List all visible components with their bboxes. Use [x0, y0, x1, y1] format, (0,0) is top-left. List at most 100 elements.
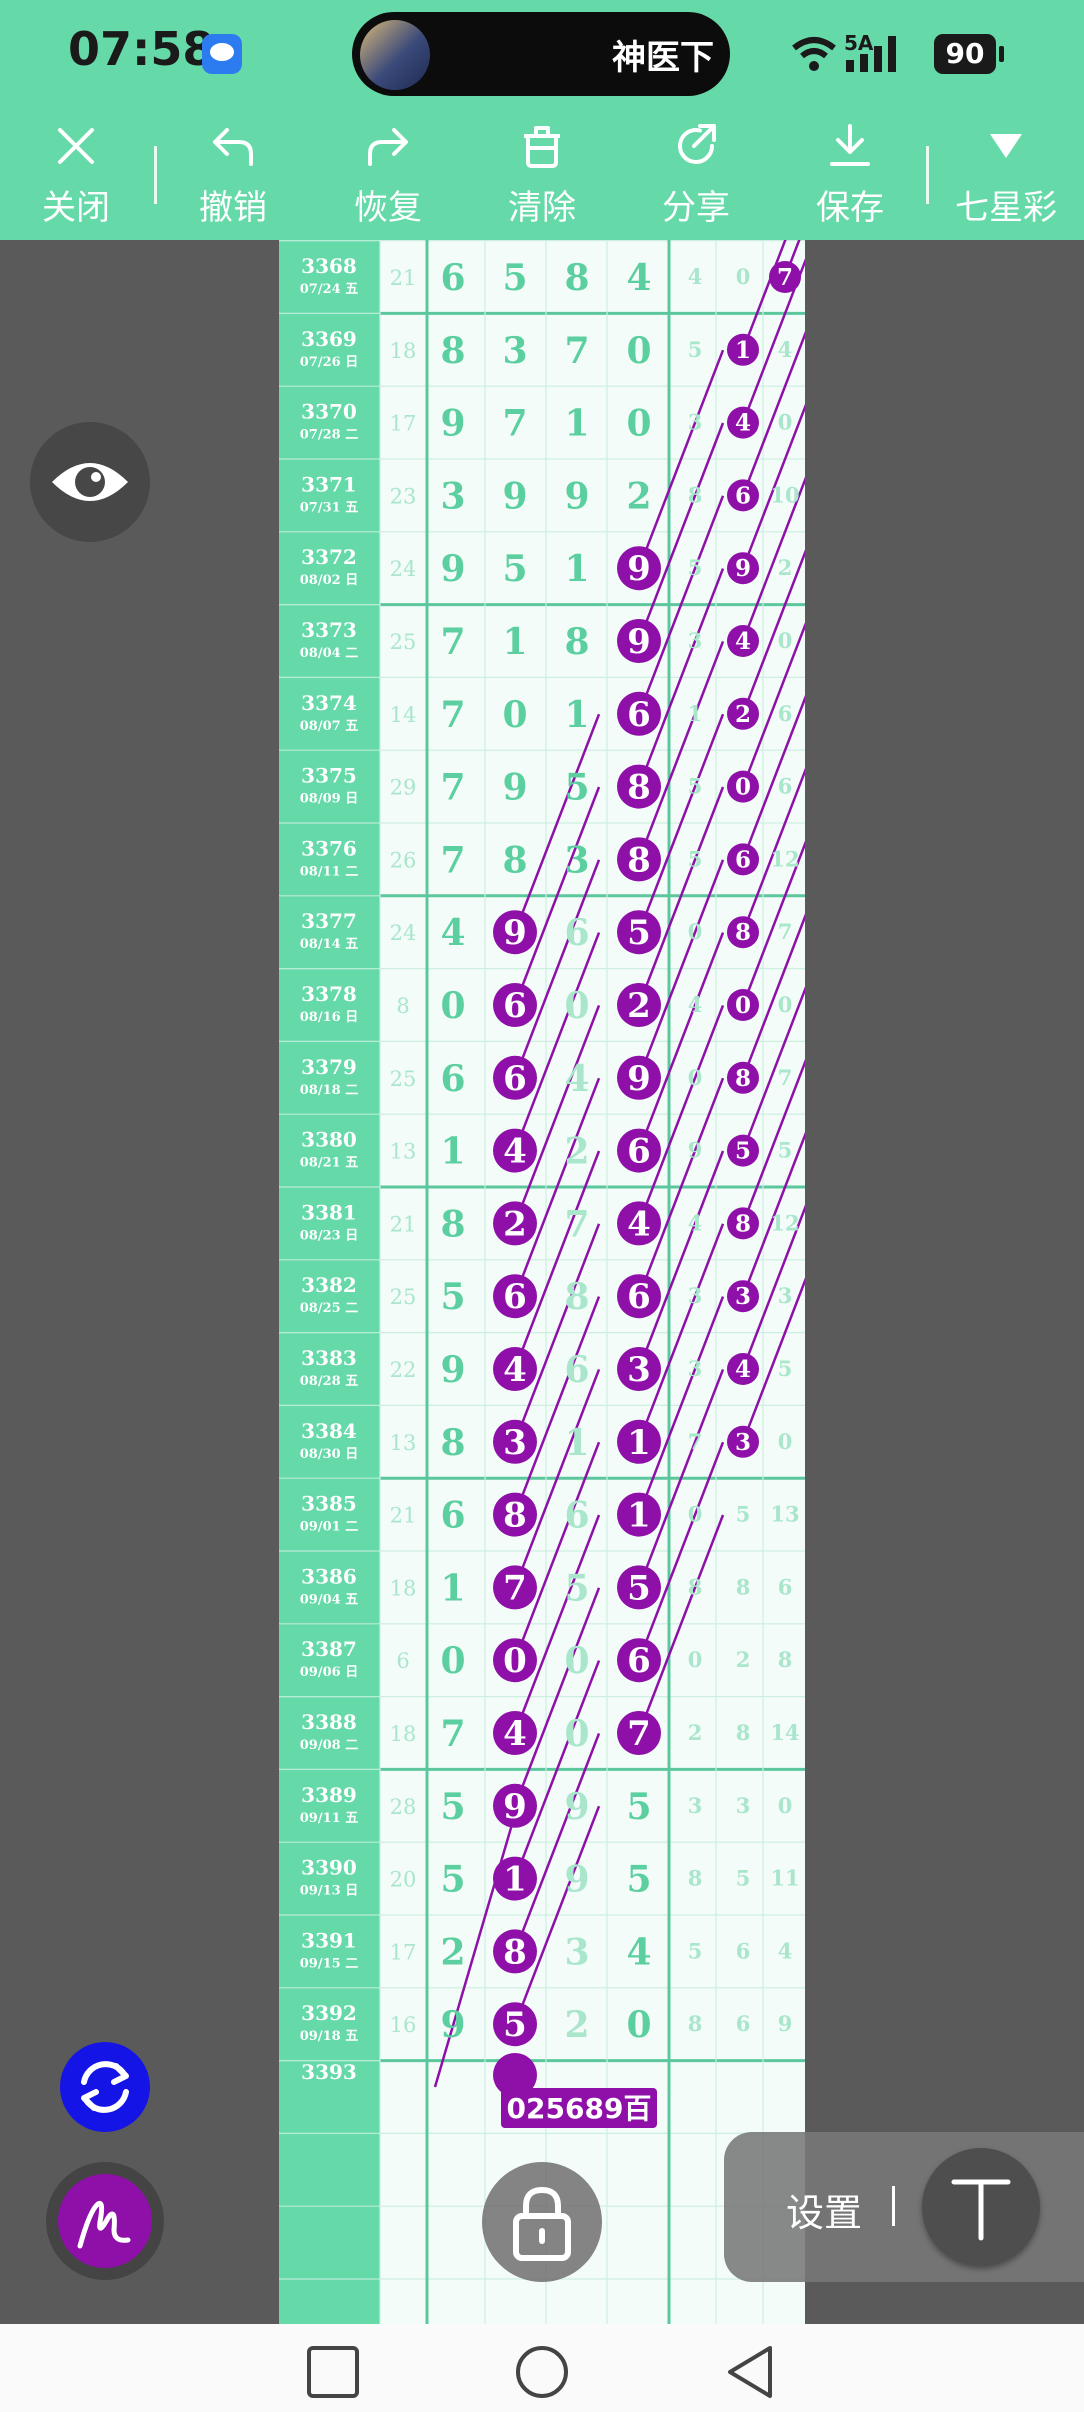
marked-digit: 0 — [735, 774, 751, 801]
marked-digit: 7 — [627, 1714, 651, 1754]
pen-tool-button[interactable] — [46, 2162, 164, 2280]
stat-value: 2 — [688, 1720, 703, 1745]
marked-digit: 0 — [503, 1641, 527, 1681]
stat-value: 2 — [736, 1647, 751, 1672]
recents-button[interactable] — [305, 2344, 361, 2400]
stat-value: 3 — [688, 410, 703, 435]
sum-value: 23 — [390, 484, 417, 508]
sum-value: 13 — [390, 1140, 417, 1164]
issue-date: 07/26 日 — [300, 355, 358, 370]
wifi-signal-icon: 5A — [792, 31, 896, 72]
issue-date: 09/06 日 — [300, 1665, 358, 1680]
undo-button[interactable]: 撤销 — [163, 112, 303, 240]
digit-cell: 7 — [502, 403, 527, 445]
stat-value: 2 — [778, 555, 793, 580]
digit-cell: 1 — [564, 548, 589, 590]
lock-button[interactable] — [482, 2162, 602, 2282]
digit-cell: 6 — [564, 912, 589, 954]
stat-value: 8 — [688, 1866, 703, 1891]
stat-value: 8 — [736, 1720, 751, 1745]
share-button[interactable]: 分享 — [626, 112, 766, 240]
marked-digit: 8 — [735, 1065, 751, 1092]
stat-value: 0 — [778, 628, 793, 653]
digit-cell: 5 — [626, 1786, 651, 1828]
digit-cell: 2 — [626, 475, 651, 517]
eye-icon — [52, 463, 128, 501]
sum-value: 8 — [396, 994, 409, 1018]
issue-number: 3376 — [301, 836, 357, 860]
issue-number: 3368 — [301, 254, 357, 278]
issue-date: 08/07 五 — [300, 719, 358, 734]
marked-digit: 9 — [627, 1059, 651, 1099]
stat-value: 4 — [688, 992, 703, 1017]
marked-digit: 5 — [735, 1138, 751, 1165]
stat-value: 5 — [688, 774, 703, 799]
visibility-toggle-button[interactable] — [30, 422, 150, 542]
eraser-icon — [524, 126, 560, 168]
issue-date: 08/21 五 — [300, 1156, 358, 1171]
issue-number: 3373 — [301, 618, 357, 642]
stat-value: 0 — [688, 1502, 703, 1527]
system-navigation-bar — [0, 2324, 1084, 2412]
save-label: 保存 — [816, 188, 884, 228]
digit-cell: 6 — [564, 1495, 589, 1537]
stat-value: 9 — [688, 1138, 703, 1163]
issue-date: 08/25 二 — [300, 1301, 358, 1316]
home-button[interactable] — [514, 2344, 570, 2400]
settings-divider — [892, 2186, 895, 2226]
marked-digit: 2 — [735, 701, 751, 728]
digit-cell: 9 — [502, 475, 527, 517]
digit-cell: 5 — [502, 548, 527, 590]
trend-chart[interactable]: 3368 07/24 五 21 6 5 8 4 4 0 7 3369 07/26 日 18 8 3 7 0 5 1 4… — [279, 240, 805, 2324]
text-tool-button[interactable] — [922, 2148, 1040, 2266]
marked-digit: 5 — [503, 2005, 527, 2045]
issue-number: 3369 — [301, 327, 357, 351]
digit-cell: 3 — [502, 330, 527, 372]
sum-value: 26 — [390, 848, 417, 872]
marked-digit: 4 — [735, 410, 751, 437]
issue-number: 3377 — [301, 909, 357, 933]
redo-button[interactable]: 恢复 — [318, 112, 458, 240]
dynamic-island[interactable]: 神医下 — [352, 12, 730, 96]
trend-chart-canvas[interactable]: 336807/24 五 21 6 5 8 4 4 0 7336907/26 日 18 8 3 7 0 5 1 4… — [279, 240, 805, 2324]
settings-button[interactable]: 设置 — [786, 2182, 862, 2237]
marked-digit: 1 — [503, 1860, 527, 1900]
lock-icon — [513, 2186, 571, 2261]
stat-value: 1 — [688, 701, 703, 726]
stat-value: 3 — [736, 1793, 751, 1818]
issue-number: 3382 — [301, 1273, 357, 1297]
digit-cell: 5 — [626, 1859, 651, 1901]
stat-value: 8 — [688, 2011, 703, 2036]
digit-cell: 6 — [564, 1349, 589, 1391]
sum-value: 20 — [390, 1868, 417, 1892]
marked-digit: 9 — [735, 555, 751, 582]
refresh-button[interactable] — [60, 2042, 150, 2132]
stat-value: 0 — [778, 992, 793, 1017]
back-button[interactable] — [722, 2344, 778, 2400]
stat-value: 5 — [688, 337, 703, 362]
marked-digit: 4 — [735, 628, 751, 655]
stat-value: 0 — [778, 1429, 793, 1454]
digit-cell: 0 — [626, 403, 651, 445]
undo-icon — [213, 128, 253, 166]
redo-icon — [368, 128, 408, 166]
marked-digit: 2 — [627, 986, 651, 1026]
digit-cell: 3 — [564, 839, 589, 881]
refresh-icon — [81, 2061, 129, 2113]
stat-value: 3 — [688, 1356, 703, 1381]
clear-button[interactable]: 清除 — [472, 112, 612, 240]
close-button[interactable]: 关闭 — [6, 112, 146, 240]
digit-cell: 4 — [564, 1058, 589, 1100]
stat-value: 5 — [688, 555, 703, 580]
stat-value: 8 — [688, 1574, 703, 1599]
sum-value: 25 — [390, 630, 417, 654]
digit-cell: 7 — [440, 694, 465, 736]
sum-value: 14 — [390, 703, 417, 727]
stat-value: 9 — [778, 2011, 793, 2036]
sum-value: 21 — [390, 1504, 417, 1528]
save-button[interactable]: 保存 — [780, 112, 920, 240]
stat-value: 5 — [688, 846, 703, 871]
marked-digit: 7 — [503, 1568, 527, 1608]
digit-cell: 0 — [440, 985, 465, 1027]
lottery-selector[interactable]: 七星彩 — [936, 112, 1076, 240]
